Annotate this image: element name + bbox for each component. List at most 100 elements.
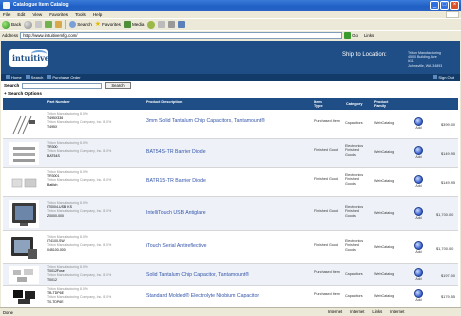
search-button[interactable]: Search — [69, 21, 92, 28]
product-description-link[interactable]: Solid Tantalum Chip Capacitor, Tantamoun… — [146, 272, 311, 278]
browser-window: Catalogue Item Catalog _ □ × File Edit V… — [0, 0, 461, 316]
table-row[interactable]: Triton Manufacturing 8.0% IT4100-SW Trit… — [3, 231, 458, 264]
maximize-button[interactable]: □ — [440, 1, 449, 10]
product-description-link[interactable]: iTouch Serial Antireflective — [146, 243, 301, 249]
col-product-family[interactable]: Product Family — [374, 100, 394, 108]
back-button[interactable]: Back — [2, 20, 22, 29]
search-options-toggle[interactable]: + Search Options — [4, 91, 42, 96]
status-bar: Done Internet Internet Links Internet — [0, 307, 461, 316]
product-family: WebCatalog — [374, 179, 395, 183]
price: $179.55 — [441, 294, 456, 299]
part-number-cell: Triton Manufacturing 8.0% T0012Fuse Trit… — [47, 265, 111, 282]
product-family: WebCatalog — [374, 272, 395, 276]
add-label: Add — [415, 155, 422, 159]
part-number[interactable]: Z0000-000 — [47, 214, 111, 218]
add-button[interactable]: Add — [414, 289, 423, 302]
nav-home[interactable]: Home — [6, 75, 22, 80]
menu-edit[interactable]: Edit — [17, 11, 25, 18]
product-family: WebCatalog — [374, 245, 395, 249]
intuitive-logo[interactable]: intuitive — [9, 49, 50, 67]
manufacturer: Triton Manufacturing Company, Inc. 8.0% — [47, 295, 112, 300]
add-button[interactable]: Add — [414, 207, 423, 220]
add-button[interactable]: Add — [414, 117, 423, 130]
product-thumbnail[interactable] — [9, 266, 39, 284]
back-label: Back — [11, 22, 22, 27]
col-item-type[interactable]: Item Type — [314, 100, 330, 108]
media-button[interactable]: Media — [123, 21, 144, 28]
product-description-link[interactable]: Standard Molded® Electrolyte Niobium Cap… — [146, 293, 311, 299]
product-thumbnail[interactable] — [9, 171, 39, 194]
status-text: Done — [3, 309, 14, 315]
sign-out-label: Sign Out — [438, 75, 454, 80]
price: $399.00 — [441, 122, 456, 127]
search-submit-button[interactable]: Search — [105, 82, 131, 89]
table-row[interactable]: Triton Manufacturing 8.0% IT0004-USB KS … — [3, 197, 458, 231]
part-number[interactable]: T0-TDP6E — [47, 300, 111, 304]
category: Capacitors — [345, 272, 363, 276]
nav-purchase-order[interactable]: Purchase Order — [47, 75, 81, 80]
edit-icon[interactable] — [178, 21, 186, 28]
title-bar[interactable]: Catalogue Item Catalog _ □ × — [0, 0, 461, 11]
sign-out-link[interactable]: Sign Out — [433, 75, 454, 80]
media-icon — [123, 21, 131, 28]
item-type: Purchased Item — [314, 270, 340, 274]
nav-search[interactable]: Search — [25, 75, 43, 80]
table-row[interactable]: Triton Manufacturing 8.0% T495X336 Trito… — [3, 110, 458, 139]
product-description-link[interactable]: BAT54S-TR Barrier Diode — [146, 149, 301, 155]
favorites-button[interactable]: ★ Favorites — [95, 21, 121, 28]
col-product-description[interactable]: Product Description — [146, 100, 182, 104]
part-number-cell: Triton Manufacturing 8.0% TB-TDP6E Trito… — [47, 287, 111, 304]
back-arrow-icon — [2, 20, 10, 29]
product-thumbnail[interactable] — [9, 142, 39, 165]
item-type: Finished Good — [314, 209, 338, 213]
capacitor-strip-icon — [12, 115, 35, 134]
col-category[interactable]: Category — [346, 102, 362, 106]
table-row[interactable]: Triton Manufacturing 8.0% TR3001 Triton … — [3, 168, 458, 197]
col-part-number[interactable]: Part Number — [47, 100, 70, 104]
product-description-link[interactable]: 3mm Solid Tantalum Chip Capacitors, Tant… — [146, 118, 301, 124]
search-input[interactable] — [22, 82, 103, 89]
history-icon[interactable] — [147, 20, 156, 29]
part-number[interactable]: 045100-000 — [47, 248, 111, 252]
print-icon[interactable] — [168, 21, 176, 28]
add-button[interactable]: Add — [414, 268, 423, 281]
product-thumbnail[interactable] — [9, 113, 39, 136]
stop-icon[interactable] — [35, 21, 43, 28]
go-button[interactable]: Go — [344, 32, 358, 39]
minimize-button[interactable]: _ — [430, 1, 439, 10]
menu-file[interactable]: File — [3, 11, 10, 18]
item-type: Purchased Item — [314, 119, 340, 123]
part-number[interactable]: Batlich — [47, 183, 111, 187]
part-number[interactable]: T495X — [47, 125, 111, 129]
address-input[interactable]: http://www.intuitivemfg.com/ — [20, 32, 343, 39]
manufacturer: Triton Manufacturing Company, Inc. 8.0% — [47, 120, 112, 125]
links-button[interactable]: Links — [364, 33, 374, 38]
home-icon[interactable] — [55, 21, 63, 28]
close-button[interactable]: × — [450, 1, 459, 10]
menu-favorites[interactable]: Favorites — [49, 11, 68, 18]
search-label: Search — [77, 22, 92, 27]
table-row[interactable]: Triton Manufacturing 8.0% TR300 Triton M… — [3, 139, 458, 168]
table-row[interactable]: Triton Manufacturing 8.0% TB-TDP6E Trito… — [3, 286, 458, 307]
menu-help[interactable]: Help — [93, 11, 102, 18]
forward-button[interactable] — [24, 20, 33, 29]
product-description-link[interactable]: IntelliTouch USB Antiglare — [146, 210, 301, 216]
smd-caps-icon — [13, 269, 33, 282]
part-number[interactable]: BAT54S — [47, 154, 111, 158]
search-icon — [69, 21, 77, 28]
menu-view[interactable]: View — [32, 11, 42, 18]
table-row[interactable]: Triton Manufacturing 8.0% T0012Fuse Trit… — [3, 264, 458, 286]
mail-icon[interactable] — [158, 21, 166, 28]
product-thumbnail[interactable] — [9, 287, 39, 305]
part-number[interactable]: T0012 — [47, 278, 111, 282]
product-description-link[interactable]: BATR15-TR Barrier Diode — [146, 178, 301, 184]
item-type: Finished Good — [314, 148, 338, 152]
menu-tools[interactable]: Tools — [75, 11, 86, 18]
site-header: intuitive Ship to Location: Triton Manuf… — [1, 41, 460, 74]
product-thumbnail[interactable] — [9, 200, 39, 228]
product-thumbnail[interactable] — [9, 234, 39, 261]
refresh-icon[interactable] — [45, 21, 53, 28]
add-button[interactable]: Add — [414, 175, 423, 188]
add-button[interactable]: Add — [414, 241, 423, 254]
add-button[interactable]: Add — [414, 146, 423, 159]
